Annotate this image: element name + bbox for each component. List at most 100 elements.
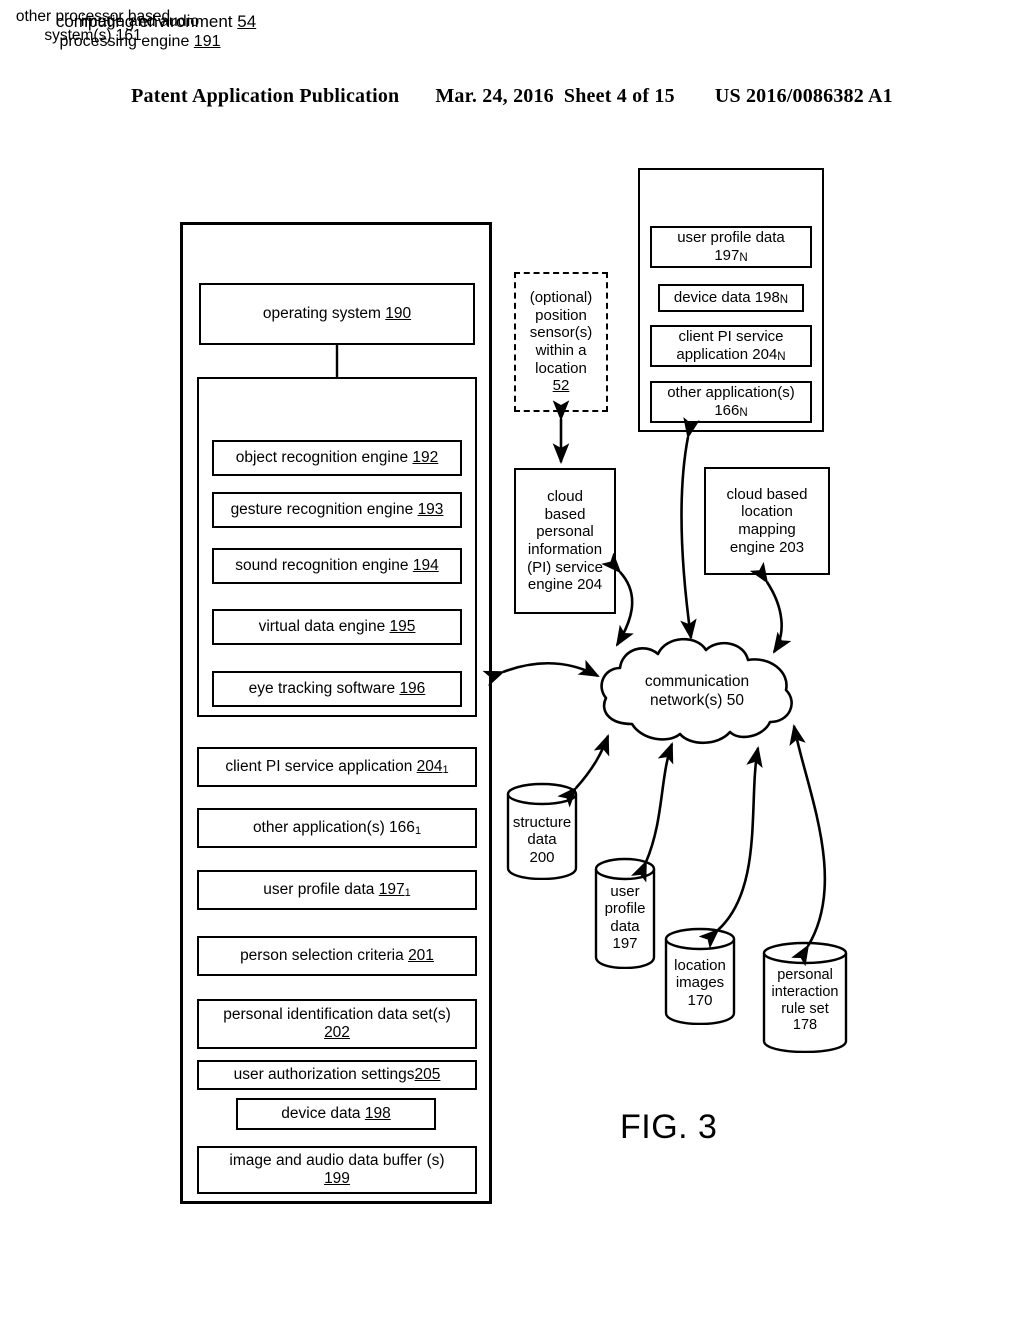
other-processor-based-systems-title: other processor based system(s) 161 <box>0 8 186 45</box>
position-sensors-line-3: sensor(s) <box>529 324 593 342</box>
position-sensors-line-4: within a <box>535 342 587 359</box>
eye-tracking-software-ref: 196 <box>399 679 426 697</box>
communication-network-line2: network(s) 50 <box>650 692 744 710</box>
connector-location-images-to-network <box>698 745 763 949</box>
virtual-data-engine-label: virtual data engine <box>258 617 390 635</box>
user-profile-data-cylinder[interactable]: user profile data 197 <box>594 857 656 970</box>
ops-user-profile-data-subscript: N <box>739 252 748 264</box>
personal-identification-data-set-box[interactable]: personal identification data set(s) 202 <box>197 999 477 1049</box>
ops-device-data-subscript: N <box>779 294 789 307</box>
image-audio-data-buffer-box[interactable]: image and audio data buffer (s) 199 <box>197 1146 477 1194</box>
cloud-pi-line-2: based <box>544 505 586 523</box>
iae-ref: 191 <box>193 32 221 50</box>
person-selection-criteria-label: person selection criteria <box>240 946 409 964</box>
gesture-recognition-engine-box[interactable]: gesture recognition engine 193 <box>212 492 462 528</box>
image-audio-data-buffer-label: image and audio data buffer (s) <box>229 1151 445 1169</box>
communication-network-label: communication network(s) 50 <box>594 672 800 711</box>
cylinder-shape <box>506 782 578 881</box>
ops-user-profile-data-label: user profile data <box>677 229 785 247</box>
communication-network-cloud[interactable]: communication network(s) 50 <box>594 632 800 748</box>
person-selection-criteria-box[interactable]: person selection criteria 201 <box>197 936 477 976</box>
ops-client-pi-line2: application 204 <box>676 346 778 363</box>
cylinder-shape <box>664 927 736 1026</box>
ops-other-apps-subscript: N <box>739 407 748 419</box>
connector-computing-env-to-network <box>482 659 600 687</box>
client-pi-service-application-label: client PI service application <box>225 757 417 775</box>
connector-rule-set-to-network <box>789 723 827 967</box>
position-sensors-line-1: (optional) <box>529 288 593 306</box>
other-applications-subscript: 1 <box>414 824 422 837</box>
position-sensors-box: (optional) position sensor(s) within a l… <box>514 272 608 412</box>
ops-other-applications-box[interactable]: other application(s) 166N <box>650 381 812 423</box>
client-pi-service-application-ref: 204 <box>416 757 443 775</box>
client-pi-service-application-box[interactable]: client PI service application 2041 <box>197 747 477 787</box>
virtual-data-engine-box[interactable]: virtual data engine 195 <box>212 609 462 645</box>
cloud-location-mapping-engine-box[interactable]: cloud based location mapping engine 203 <box>704 467 830 575</box>
ops-user-profile-data-box[interactable]: user profile data 197N <box>650 226 812 268</box>
operating-system-box[interactable]: operating system 190 <box>199 283 475 345</box>
cloud-map-line-3: mapping <box>738 521 796 538</box>
sound-recognition-engine-label: sound recognition engine <box>235 556 413 574</box>
cylinder-shape <box>762 941 848 1054</box>
position-sensors-line-5: location <box>535 359 587 377</box>
eye-tracking-software-label: eye tracking software <box>248 679 400 697</box>
user-profile-data-subscript: 1 <box>404 886 411 899</box>
cloud-map-line-4: engine 203 <box>729 538 805 556</box>
cloud-pi-line-5: (PI) service <box>527 558 603 576</box>
cylinder-shape <box>594 857 656 970</box>
virtual-data-engine-ref: 195 <box>389 617 416 635</box>
device-data-ref: 198 <box>364 1104 391 1122</box>
operating-system-label: operating system <box>262 304 386 322</box>
figure-caption: FIG. 3 <box>620 1108 718 1146</box>
cloud-pi-line-3: personal <box>536 523 594 541</box>
ops-client-pi-subscript: N <box>777 351 786 363</box>
cloud-pi-service-engine-box[interactable]: cloud based personal information (PI) se… <box>514 468 616 614</box>
page-header: Patent Application Publication Mar. 24, 2… <box>0 85 1024 108</box>
connector-overlay <box>335 345 827 967</box>
publication-date: Mar. 24, 2016 <box>435 85 554 107</box>
object-recognition-engine-label: object recognition engine <box>235 448 413 466</box>
user-authorization-settings-ref: 205 <box>414 1065 441 1083</box>
patent-number: US 2016/0086382 A1 <box>714 85 893 107</box>
position-sensors-ref: 52 <box>552 377 570 395</box>
connector-other-systems-to-network <box>680 417 700 641</box>
connector-user-profile-data-to-network <box>630 742 674 883</box>
ops-user-profile-data-ref: 197 <box>714 247 740 264</box>
cloud-pi-line-4: information <box>527 541 603 558</box>
user-authorization-settings-box[interactable]: user authorization settings205 <box>197 1060 477 1090</box>
sound-recognition-engine-box[interactable]: sound recognition engine 194 <box>212 548 462 584</box>
structure-data-cylinder[interactable]: structure data 200 <box>506 782 578 881</box>
ops-title-line1: other processor based <box>15 8 171 25</box>
personal-identification-data-set-label: personal identification data set(s) <box>223 1005 451 1023</box>
sheet-label: Sheet 4 of 15 <box>563 85 675 107</box>
gesture-recognition-engine-ref: 193 <box>417 500 444 518</box>
personal-identification-data-set-ref: 202 <box>324 1024 350 1041</box>
communication-network-line1: communication <box>644 673 750 690</box>
eye-tracking-software-box[interactable]: eye tracking software 196 <box>212 671 462 707</box>
image-audio-processing-engine-container <box>197 377 477 717</box>
ops-device-data-label: device data 198 <box>673 289 780 307</box>
publication-label: Patent Application Publication <box>131 85 400 107</box>
ops-client-pi-service-application-box[interactable]: client PI service application 204N <box>650 325 812 367</box>
cloud-pi-line-6: engine 204 <box>527 576 603 594</box>
ops-device-data-box[interactable]: device data 198N <box>658 284 804 312</box>
person-selection-criteria-ref: 201 <box>408 946 434 964</box>
cloud-map-line-2: location <box>741 503 793 521</box>
image-audio-data-buffer-ref: 199 <box>324 1170 350 1187</box>
user-profile-data-box[interactable]: user profile data 1971 <box>197 870 477 910</box>
personal-interaction-rule-set-cylinder[interactable]: personal interaction rule set 178 <box>762 941 848 1054</box>
client-pi-service-application-subscript: 1 <box>442 763 449 776</box>
other-applications-box[interactable]: other application(s) 1661 <box>197 808 477 848</box>
location-images-cylinder[interactable]: location images 170 <box>664 927 736 1026</box>
object-recognition-engine-box[interactable]: object recognition engine 192 <box>212 440 462 476</box>
ops-other-apps-line2: 166 <box>714 402 740 419</box>
object-recognition-engine-ref: 192 <box>412 448 439 466</box>
user-profile-data-label: user profile data <box>263 880 379 898</box>
cloud-map-line-1: cloud based <box>726 485 808 503</box>
user-authorization-settings-label: user authorization settings <box>233 1065 415 1083</box>
user-profile-data-ref: 197 <box>378 880 405 898</box>
ops-title-line2: system(s) 161 <box>44 26 142 44</box>
ops-client-pi-line1: client PI service <box>678 328 784 346</box>
device-data-box[interactable]: device data 198 <box>236 1098 436 1130</box>
gesture-recognition-engine-label: gesture recognition engine <box>230 500 418 518</box>
